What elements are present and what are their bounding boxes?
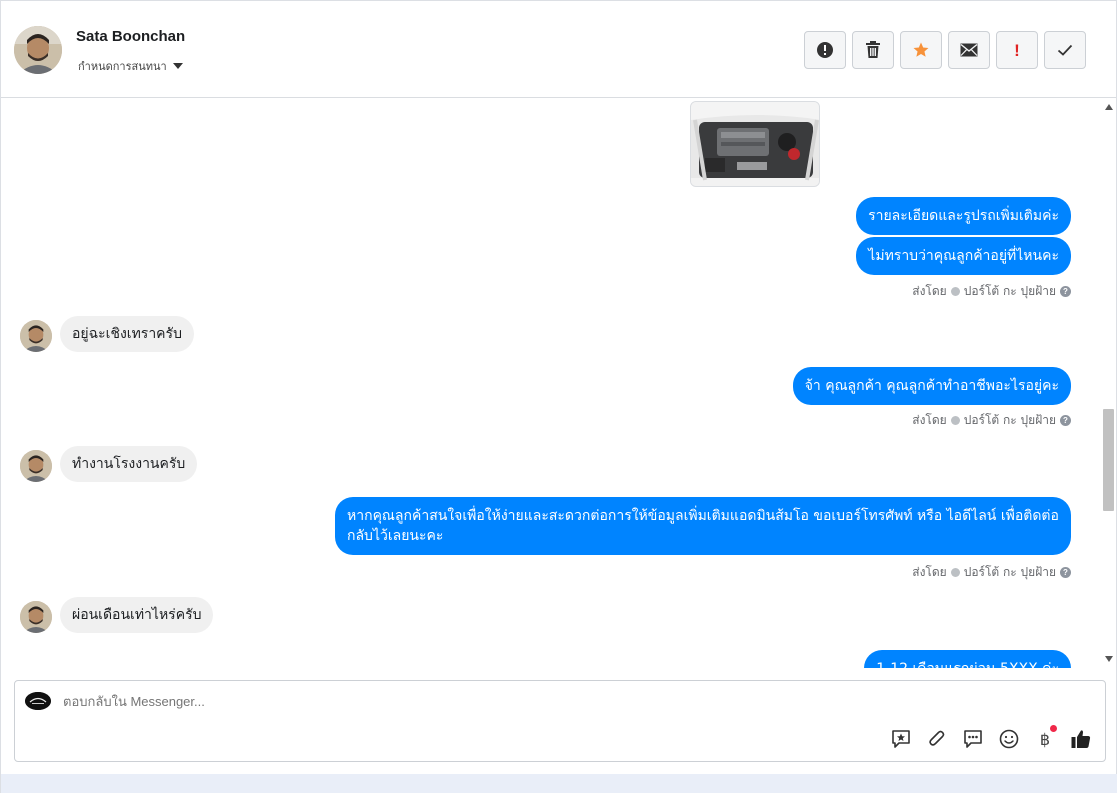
check-icon bbox=[1057, 44, 1073, 56]
question-icon[interactable]: ? bbox=[1060, 567, 1071, 578]
sent-by-agent: ปอร์โต้ กะ ปุยฝ้าย bbox=[963, 284, 1056, 298]
agent-status-icon bbox=[950, 416, 960, 425]
saved-reply-button[interactable] bbox=[889, 727, 913, 751]
message-incoming: ผ่อนเดือนเท่าไหร่ครับ bbox=[60, 597, 214, 633]
assign-conversation-dropdown[interactable]: กำหนดการสนทนา bbox=[78, 57, 183, 75]
message-incoming: อยู่ฉะเชิงเทราครับ bbox=[60, 316, 194, 352]
baht-icon: ฿ bbox=[1039, 729, 1051, 749]
mark-important-button[interactable]: ! bbox=[996, 31, 1038, 69]
message-outgoing: หากคุณลูกค้าสนใจเพื่อให้ง่ายและสะดวกต่อก… bbox=[335, 497, 1071, 555]
chat-bubble-icon bbox=[964, 730, 982, 748]
question-icon[interactable]: ? bbox=[1060, 415, 1071, 426]
contact-name[interactable]: Sata Boonchan bbox=[76, 28, 185, 45]
paperclip-icon bbox=[929, 730, 945, 746]
scrollbar-thumb[interactable] bbox=[1103, 409, 1114, 511]
thread-scrollbar[interactable] bbox=[1101, 98, 1116, 668]
sent-by-label: ส่งโดย bbox=[912, 565, 947, 579]
payment-button[interactable]: ฿ bbox=[1033, 725, 1057, 751]
sent-by-info: ส่งโดย ปอร์โต้ กะ ปุยฝ้าย ? bbox=[912, 563, 1071, 582]
question-icon[interactable]: ? bbox=[1060, 286, 1071, 297]
star-button[interactable] bbox=[900, 31, 942, 69]
delete-button[interactable] bbox=[852, 31, 894, 69]
assign-label: กำหนดการสนทนา bbox=[78, 60, 167, 73]
trash-icon bbox=[866, 41, 880, 58]
sent-by-agent: ปอร์โต้ กะ ปุยฝ้าย bbox=[963, 565, 1056, 579]
notification-dot bbox=[1050, 725, 1057, 732]
sent-by-label: ส่งโดย bbox=[912, 413, 947, 427]
message-outgoing: ไม่ทราบว่าคุณลูกค้าอยู่ที่ไหนคะ bbox=[856, 237, 1071, 275]
contact-avatar-small[interactable] bbox=[20, 320, 52, 352]
mark-spam-button[interactable] bbox=[804, 31, 846, 69]
message-incoming: ทำงานโรงงานครับ bbox=[60, 446, 198, 482]
car-engine-photo[interactable] bbox=[690, 101, 820, 187]
agent-status-icon bbox=[950, 287, 960, 296]
quick-reply-button[interactable] bbox=[961, 727, 985, 751]
footer-strip bbox=[1, 774, 1117, 793]
mark-unread-button[interactable] bbox=[948, 31, 990, 69]
exclamation-icon: ! bbox=[1014, 40, 1020, 60]
envelope-icon bbox=[960, 43, 978, 57]
composer-tools: ฿ bbox=[889, 725, 1093, 751]
sent-by-info: ส่งโดย ปอร์โต้ กะ ปุยฝ้าย ? bbox=[912, 282, 1071, 301]
sent-by-agent: ปอร์โต้ กะ ปุยฝ้าย bbox=[963, 413, 1056, 427]
contact-avatar[interactable] bbox=[14, 26, 62, 74]
exclamation-circle-icon bbox=[817, 42, 833, 58]
contact-avatar-small[interactable] bbox=[20, 450, 52, 482]
scroll-up-icon[interactable] bbox=[1105, 104, 1113, 110]
page-avatar bbox=[25, 692, 51, 710]
scroll-down-icon[interactable] bbox=[1105, 656, 1113, 662]
agent-status-icon bbox=[950, 568, 960, 577]
star-icon bbox=[913, 42, 929, 57]
attach-file-button[interactable] bbox=[925, 727, 949, 751]
reply-input[interactable] bbox=[63, 694, 863, 709]
saved-reply-icon bbox=[892, 730, 910, 748]
message-outgoing: จ้า คุณลูกค้า คุณลูกค้าทำอาชีพอะไรอยู่คะ bbox=[792, 367, 1071, 405]
conversation-header: Sata Boonchan กำหนดการสนทนา ! bbox=[1, 1, 1116, 98]
reply-composer: ฿ bbox=[14, 680, 1106, 762]
like-button[interactable] bbox=[1069, 727, 1093, 751]
sent-by-info: ส่งโดย ปอร์โต้ กะ ปุยฝ้าย ? bbox=[912, 411, 1071, 430]
conversation-actions: ! bbox=[804, 31, 1086, 69]
caret-down-icon bbox=[172, 63, 183, 69]
smiley-icon bbox=[999, 729, 1019, 749]
message-outgoing: 1-12 เดือนแรกผ่อน 5XXX ค่ะ bbox=[864, 650, 1071, 668]
emoji-button[interactable] bbox=[997, 727, 1021, 751]
message-outgoing: รายละเอียดและรูปรถเพิ่มเติมค่ะ bbox=[856, 197, 1071, 235]
thumbs-up-icon bbox=[1071, 730, 1091, 748]
message-thread[interactable]: รายละเอียดและรูปรถเพิ่มเติมค่ะ ไม่ทราบว่… bbox=[1, 98, 1101, 668]
contact-avatar-small[interactable] bbox=[20, 601, 52, 633]
sent-by-label: ส่งโดย bbox=[912, 284, 947, 298]
mark-done-button[interactable] bbox=[1044, 31, 1086, 69]
messenger-inbox: Sata Boonchan กำหนดการสนทนา ! รายละเอียด… bbox=[0, 0, 1117, 793]
